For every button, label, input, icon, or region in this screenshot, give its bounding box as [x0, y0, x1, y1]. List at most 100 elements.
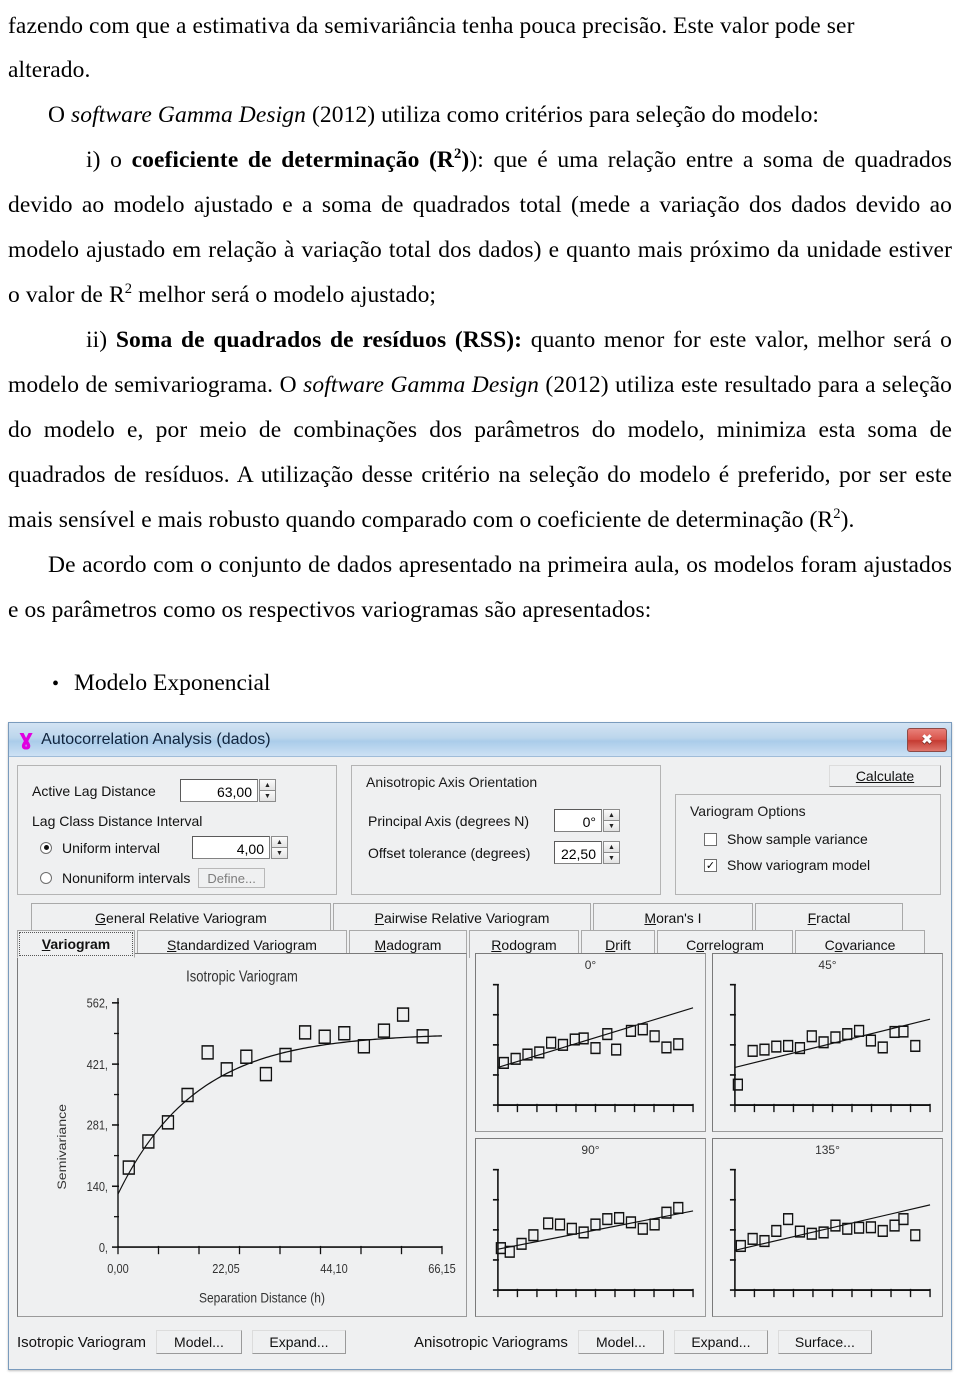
bullet-dot-icon: •: [52, 673, 60, 695]
spin-up-icon[interactable]: ▲: [603, 841, 620, 852]
spin-down-icon[interactable]: ▼: [603, 852, 620, 864]
principal-axis-spinner[interactable]: ▲ ▼: [603, 809, 620, 832]
p5-text: De acordo com o conjunto de dados aprese…: [8, 552, 952, 623]
active-lag-distance-spinner[interactable]: ▲ ▼: [259, 779, 276, 802]
svg-text:44,10: 44,10: [320, 1261, 348, 1276]
show-variogram-model-checkbox[interactable]: ✓: [704, 858, 717, 872]
window-title: Autocorrelation Analysis (dados): [41, 730, 271, 748]
spin-up-icon[interactable]: ▲: [603, 809, 620, 820]
principal-axis-input[interactable]: 0°: [554, 809, 602, 832]
svg-text:421,: 421,: [87, 1057, 108, 1072]
show-sample-variance-checkbox[interactable]: [704, 832, 717, 846]
tab-label: Rodogram: [491, 936, 557, 953]
tab-label: Madogram: [374, 936, 442, 953]
svg-text:66,15: 66,15: [428, 1261, 456, 1276]
window-client-area: Active Lag Distance 63,00 ▲ ▼ Lag Class …: [9, 757, 951, 1369]
p4-term-rss: Soma de quadrados de resíduos (RSS):: [115, 327, 523, 353]
isotropic-variogram-label: Isotropic Variogram: [17, 1333, 146, 1351]
offset-tolerance-input[interactable]: 22,50: [554, 841, 602, 864]
offset-tolerance-label: Offset tolerance (degrees): [368, 844, 531, 861]
anisotropic-chart-135deg-title: 135°: [815, 1143, 840, 1157]
isotropic-expand-button[interactable]: Expand...: [251, 1330, 346, 1354]
anisotropic-90deg-svg: [476, 1139, 705, 1316]
window-titlebar[interactable]: ɣ Autocorrelation Analysis (dados) ✖: [9, 723, 951, 757]
show-sample-variance-label: Show sample variance: [727, 831, 868, 847]
principal-axis-label: Principal Axis (degrees N): [368, 812, 530, 829]
lag-class-distance-interval-label: Lag Class Distance Interval: [32, 813, 203, 829]
active-lag-distance-label: Active Lag Distance: [32, 782, 156, 799]
svg-text:22,05: 22,05: [212, 1261, 240, 1276]
anisotropic-chart-0deg[interactable]: 0°: [475, 953, 706, 1132]
spin-up-icon[interactable]: ▲: [259, 779, 276, 790]
svg-text:281,: 281,: [87, 1118, 108, 1133]
anisotropic-chart-135deg[interactable]: 135°: [712, 1138, 943, 1317]
paragraph-1-text: fazendo com que a estimativa da semivari…: [8, 13, 855, 39]
tab-label: Standardized Variogram: [167, 936, 317, 953]
anisotropic-chart-45deg-title: 45°: [818, 958, 837, 972]
spin-down-icon[interactable]: ▼: [603, 820, 620, 832]
isotropic-chart-title: Isotropic Variogram: [186, 969, 298, 986]
p2-frag-c: (2012) utiliza como critérios para seleç…: [305, 102, 820, 128]
anisotropic-135deg-svg: [713, 1139, 942, 1316]
anisotropic-chart-0deg-title: 0°: [584, 958, 597, 972]
tab-general-relative-variogram[interactable]: GGeneral Relative Variogrameneral Relati…: [31, 903, 331, 931]
tab-label: GGeneral Relative Variogrameneral Relati…: [95, 909, 267, 926]
isotropic-x-axis-label: Separation Distance (h): [199, 1290, 325, 1306]
tab-pairwise-relative-variogram[interactable]: Pairwise Relative Variogram: [333, 903, 591, 931]
uniform-interval-input[interactable]: 4,00: [192, 836, 270, 859]
tab-label: Covariance: [824, 936, 896, 953]
lag-distance-group: Active Lag Distance 63,00 ▲ ▼ Lag Class …: [17, 765, 337, 895]
document-body: fazendo com que a estimativa da semivari…: [0, 0, 960, 707]
tab-morans-i[interactable]: Moran's I: [593, 903, 753, 931]
bullet-item-label: Modelo Exponencial: [74, 670, 271, 696]
anisotropic-chart-45deg[interactable]: 45°: [712, 953, 943, 1132]
uniform-interval-radio[interactable]: [40, 841, 52, 854]
spin-down-icon[interactable]: ▼: [271, 847, 288, 859]
charts-container: Isotropic Variogram Semivariance Separat…: [17, 953, 943, 1317]
nonuniform-intervals-label: Nonuniform intervals: [62, 870, 191, 886]
isotropic-model-button[interactable]: Model...: [155, 1330, 242, 1354]
calculate-button-label: Calculate: [855, 768, 915, 784]
paragraph-5: De acordo com o conjunto de dados aprese…: [8, 543, 952, 633]
bullet-list-item: • Modelo Exponencial: [8, 661, 952, 707]
anisotropic-variograms-grid: 0° 45° 90° 135°: [475, 953, 943, 1317]
anisotropic-45deg-svg: [713, 954, 942, 1131]
p4-frag-f: ).: [840, 507, 855, 533]
spin-down-icon[interactable]: ▼: [259, 790, 276, 802]
svg-text:0,00: 0,00: [107, 1261, 129, 1276]
p2-software-name: software Gamma Design: [71, 102, 306, 128]
anisotropic-surface-button[interactable]: Surface...: [777, 1330, 872, 1354]
isotropic-variogram-chart[interactable]: Isotropic Variogram Semivariance Separat…: [17, 953, 467, 1317]
uniform-interval-label: Uniform interval: [62, 839, 161, 856]
bottom-action-bar: Isotropic Variogram Model... Expand... A…: [17, 1323, 943, 1361]
p3-term-r2: coeficiente de determinação (R: [131, 147, 455, 173]
paragraph-4: ii) Soma de quadrados de resíduos (RSS):…: [8, 318, 952, 543]
isotropic-variogram-svg: Isotropic Variogram Semivariance Separat…: [22, 958, 462, 1312]
offset-tolerance-spinner[interactable]: ▲ ▼: [603, 841, 620, 864]
close-icon[interactable]: ✖: [907, 727, 947, 752]
anisotropic-chart-90deg[interactable]: 90°: [475, 1138, 706, 1317]
uniform-interval-spinner[interactable]: ▲ ▼: [271, 836, 288, 859]
anisotropic-variograms-label: Anisotropic Variograms: [413, 1333, 568, 1351]
variogram-options-title: Variogram Options: [690, 803, 806, 819]
calculate-button[interactable]: Calculate: [829, 765, 941, 787]
paragraph-3: i) o coeficiente de determinação (R2)): …: [8, 138, 952, 318]
spin-up-icon[interactable]: ▲: [271, 836, 288, 847]
tab-label: Variogram: [41, 936, 111, 952]
define-button[interactable]: Define...: [198, 868, 265, 888]
p2-frag-a: O: [48, 102, 72, 128]
tab-variogram[interactable]: Variogram: [17, 930, 135, 958]
tab-row-upper: GGeneral Relative Variogrameneral Relati…: [17, 903, 943, 931]
tab-fractal[interactable]: Fractal: [755, 903, 903, 931]
anisotropic-axis-orientation-group: Anisotropic Axis Orientation Principal A…: [351, 765, 661, 895]
paragraph-1-text-cont: alterado.: [8, 57, 91, 83]
anisotropic-axis-orientation-title: Anisotropic Axis Orientation: [366, 774, 538, 790]
nonuniform-intervals-radio[interactable]: [40, 872, 52, 884]
anisotropic-expand-button[interactable]: Expand...: [673, 1330, 768, 1354]
anisotropic-chart-90deg-title: 90°: [581, 1143, 600, 1157]
p4-frag-a: ii): [86, 327, 116, 353]
active-lag-distance-input[interactable]: 63,00: [180, 779, 258, 802]
anisotropic-model-button[interactable]: Model...: [577, 1330, 664, 1354]
tab-label: Drift: [605, 936, 631, 953]
paragraph-1: fazendo com que a estimativa da semivari…: [8, 0, 952, 49]
